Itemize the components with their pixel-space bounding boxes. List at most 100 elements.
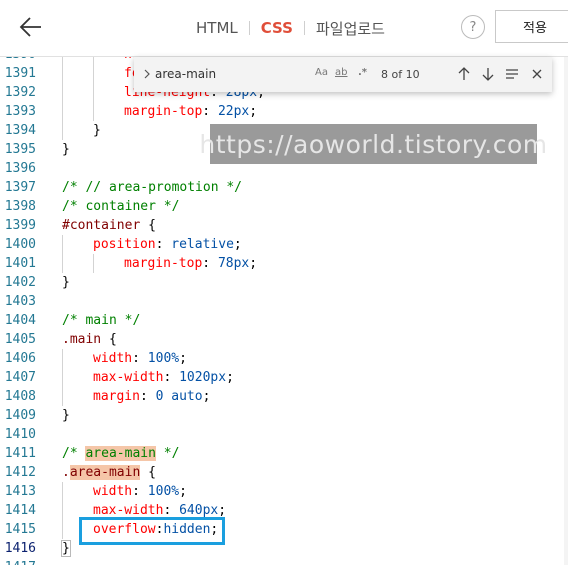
code-token: : [132,351,148,366]
indent-guide [62,57,63,64]
watermark: https://aoworld.tistory.com [199,124,547,164]
code-token: */ [155,446,180,461]
line-number: 1400 [4,237,36,252]
code-token: relative [171,237,234,252]
code-line[interactable]: 1413 width: 100%; [0,482,568,501]
code-token: ; [233,237,242,252]
code-token: margin-top [124,104,203,119]
code-token: } [62,275,70,290]
vertical-scrollbar[interactable] [564,57,568,565]
code-text: margin: 0 auto; [93,387,210,406]
line-number: 1404 [4,313,36,328]
code-token: max-width [93,503,164,518]
indent-guide [93,102,94,121]
code-line[interactable]: 1398 /* container */ [0,197,568,216]
match-case-toggle[interactable]: Aa [315,67,328,78]
line-number: 1406 [4,351,36,366]
whole-word-toggle[interactable]: ab [335,67,347,78]
indent-guide [62,482,63,501]
code-token: 1020px [179,370,227,385]
apply-button[interactable]: 적용 [495,10,568,43]
code-line[interactable]: 1401 margin-top: 78px; [0,254,568,273]
code-text: margin-top: 22px; [124,102,257,121]
code-token: ; [202,389,211,404]
line-number: 1401 [4,256,36,271]
code-token: ; [226,370,234,385]
code-token: margin [93,389,140,404]
tab-file-upload[interactable]: 파일업로드 [316,18,385,39]
code-token: position [93,237,156,252]
back-button[interactable] [14,10,48,44]
line-number: 1413 [4,484,36,499]
code-line[interactable]: 1405 .main { [0,330,568,349]
code-line[interactable]: 1393 margin-top: 22px; [0,102,568,121]
arrow-down-icon[interactable] [480,66,496,82]
code-token: width [93,351,133,366]
code-line[interactable]: 1404 /* main */ [0,311,568,330]
code-text: max-width: 1020px; [93,368,234,387]
indent-guide [62,254,63,273]
code-text: position: relative; [93,235,242,254]
editor-toolbar: HTML CSS 파일업로드 ? 적용 [0,0,568,57]
line-number: 1391 [4,66,36,81]
code-token: } [62,408,70,423]
code-line[interactable]: 1411 /* area-main */ [0,444,568,463]
code-line[interactable]: 1409} [0,406,568,425]
tab-css[interactable]: CSS [261,19,293,37]
code-token: } [61,540,71,557]
code-text: .main { [62,330,117,349]
code-line[interactable]: 1417 [0,558,568,565]
code-line[interactable]: 1407 max-width: 1020px; [0,368,568,387]
code-token: width [93,484,133,499]
line-number: 1414 [4,503,36,518]
indent-guide [93,83,94,102]
code-text: margin-top: 78px; [124,254,257,273]
tab-divider [248,21,250,35]
code-token: : [163,370,180,385]
code-line[interactable]: 1399 #container { [0,216,568,235]
code-token: 78px [217,256,250,271]
code-line[interactable]: 1412 .area-main { [0,463,568,482]
arrow-left-icon [19,17,41,37]
code-line[interactable]: 1400 position: relative; [0,235,568,254]
code-line[interactable]: 1397 /* // area-promotion */ [0,178,568,197]
line-number: 1408 [4,389,36,404]
code-text: /* container */ [62,197,179,216]
line-number: 1396 [4,161,36,176]
line-number: 1395 [4,142,36,157]
code-line[interactable]: 1410 [0,425,568,444]
annotation-highlight-box [79,517,225,545]
line-number: 1390 [0,57,36,64]
code-line[interactable]: 1402} [0,273,568,292]
indent-guide [62,102,63,121]
code-text: width: 100%; [93,482,187,501]
line-number: 1393 [4,104,36,119]
code-text: } [62,273,70,292]
indent-guide [62,501,63,520]
chevron-right-icon[interactable] [140,66,154,82]
code-text: #container { [62,216,156,235]
find-in-selection-icon[interactable] [504,66,520,82]
regex-toggle[interactable]: .* [358,67,367,78]
indent-guide [62,121,63,140]
arrow-up-icon[interactable] [456,66,472,82]
help-button[interactable]: ? [461,15,485,39]
line-number: 1397 [4,180,36,195]
close-icon[interactable] [529,66,545,82]
code-line[interactable]: 1406 width: 100%; [0,349,568,368]
find-input[interactable] [155,64,302,84]
code-token: 0 auto [155,389,203,404]
code-token: /* container */ [62,199,180,214]
indent-guide [62,520,63,539]
code-line[interactable]: 1408 margin: 0 auto; [0,387,568,406]
line-number: 1403 [4,294,36,309]
tab-html[interactable]: HTML [196,19,238,37]
code-line[interactable]: 1403 [0,292,568,311]
code-token: { [140,465,156,480]
code-text: /* area-main */ [62,444,179,463]
line-number: 1410 [4,427,36,442]
code-text: width: 100%; [93,349,187,368]
code-token: 640px [179,503,219,518]
line-number: 1411 [4,446,36,461]
line-number: 1417 [0,558,36,565]
